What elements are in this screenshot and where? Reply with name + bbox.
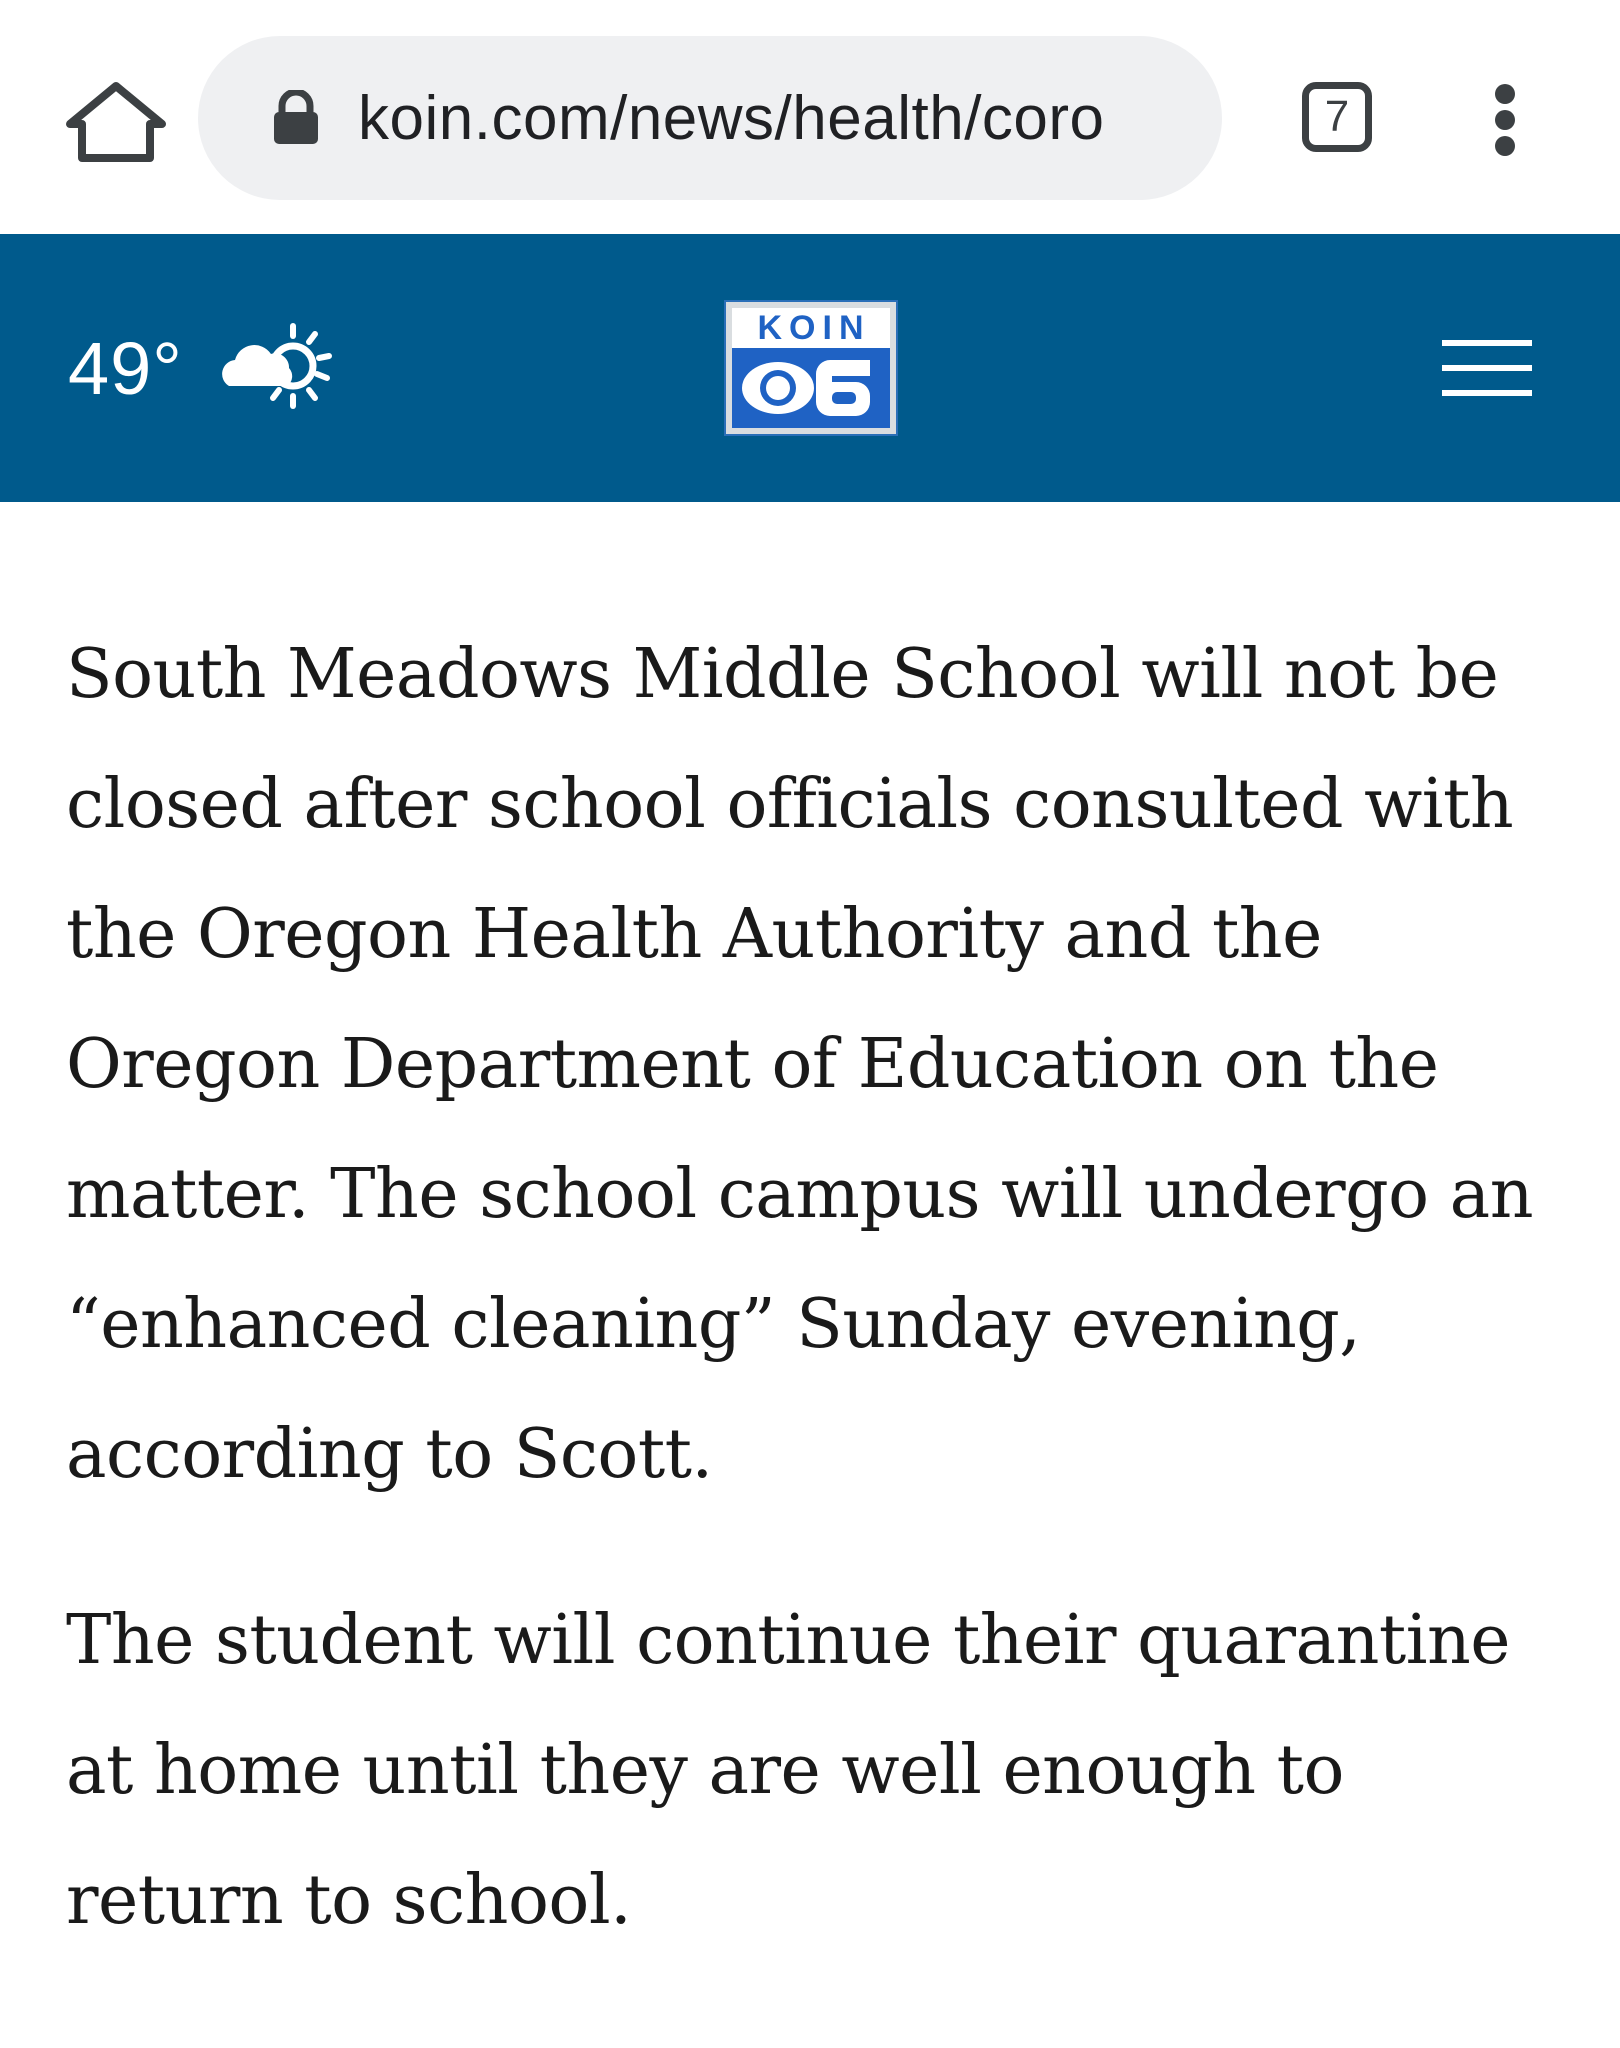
koin-logo[interactable]: KOIN xyxy=(724,300,898,436)
site-header: 49° KOIN xyxy=(0,234,1620,502)
address-bar[interactable]: koin.com/news/health/coro xyxy=(198,36,1222,200)
article-paragraph: South Meadows Middle School will not be … xyxy=(66,635,1534,1494)
hamburger-menu-icon[interactable] xyxy=(1442,338,1532,398)
tab-count: 7 xyxy=(1324,92,1350,141)
article-body: South Meadows Middle School will not be … xyxy=(66,610,1566,2022)
home-button[interactable] xyxy=(58,78,174,164)
browser-toolbar: koin.com/news/health/coro 7 xyxy=(0,0,1620,234)
tab-switcher-button[interactable]: 7 xyxy=(1302,82,1372,152)
partly-sunny-icon xyxy=(222,323,332,409)
url-text: koin.com/news/health/coro xyxy=(358,83,1105,153)
temperature: 49° xyxy=(68,326,183,410)
logo-wordmark: KOIN xyxy=(757,308,871,347)
more-vert-icon[interactable] xyxy=(1480,80,1530,160)
lock-icon xyxy=(274,90,318,144)
article-paragraph: The student will continue their quaranti… xyxy=(66,1601,1511,1940)
logo-cbs-6 xyxy=(732,348,890,428)
weather-widget[interactable]: 49° xyxy=(68,234,343,502)
home-icon xyxy=(66,82,166,162)
